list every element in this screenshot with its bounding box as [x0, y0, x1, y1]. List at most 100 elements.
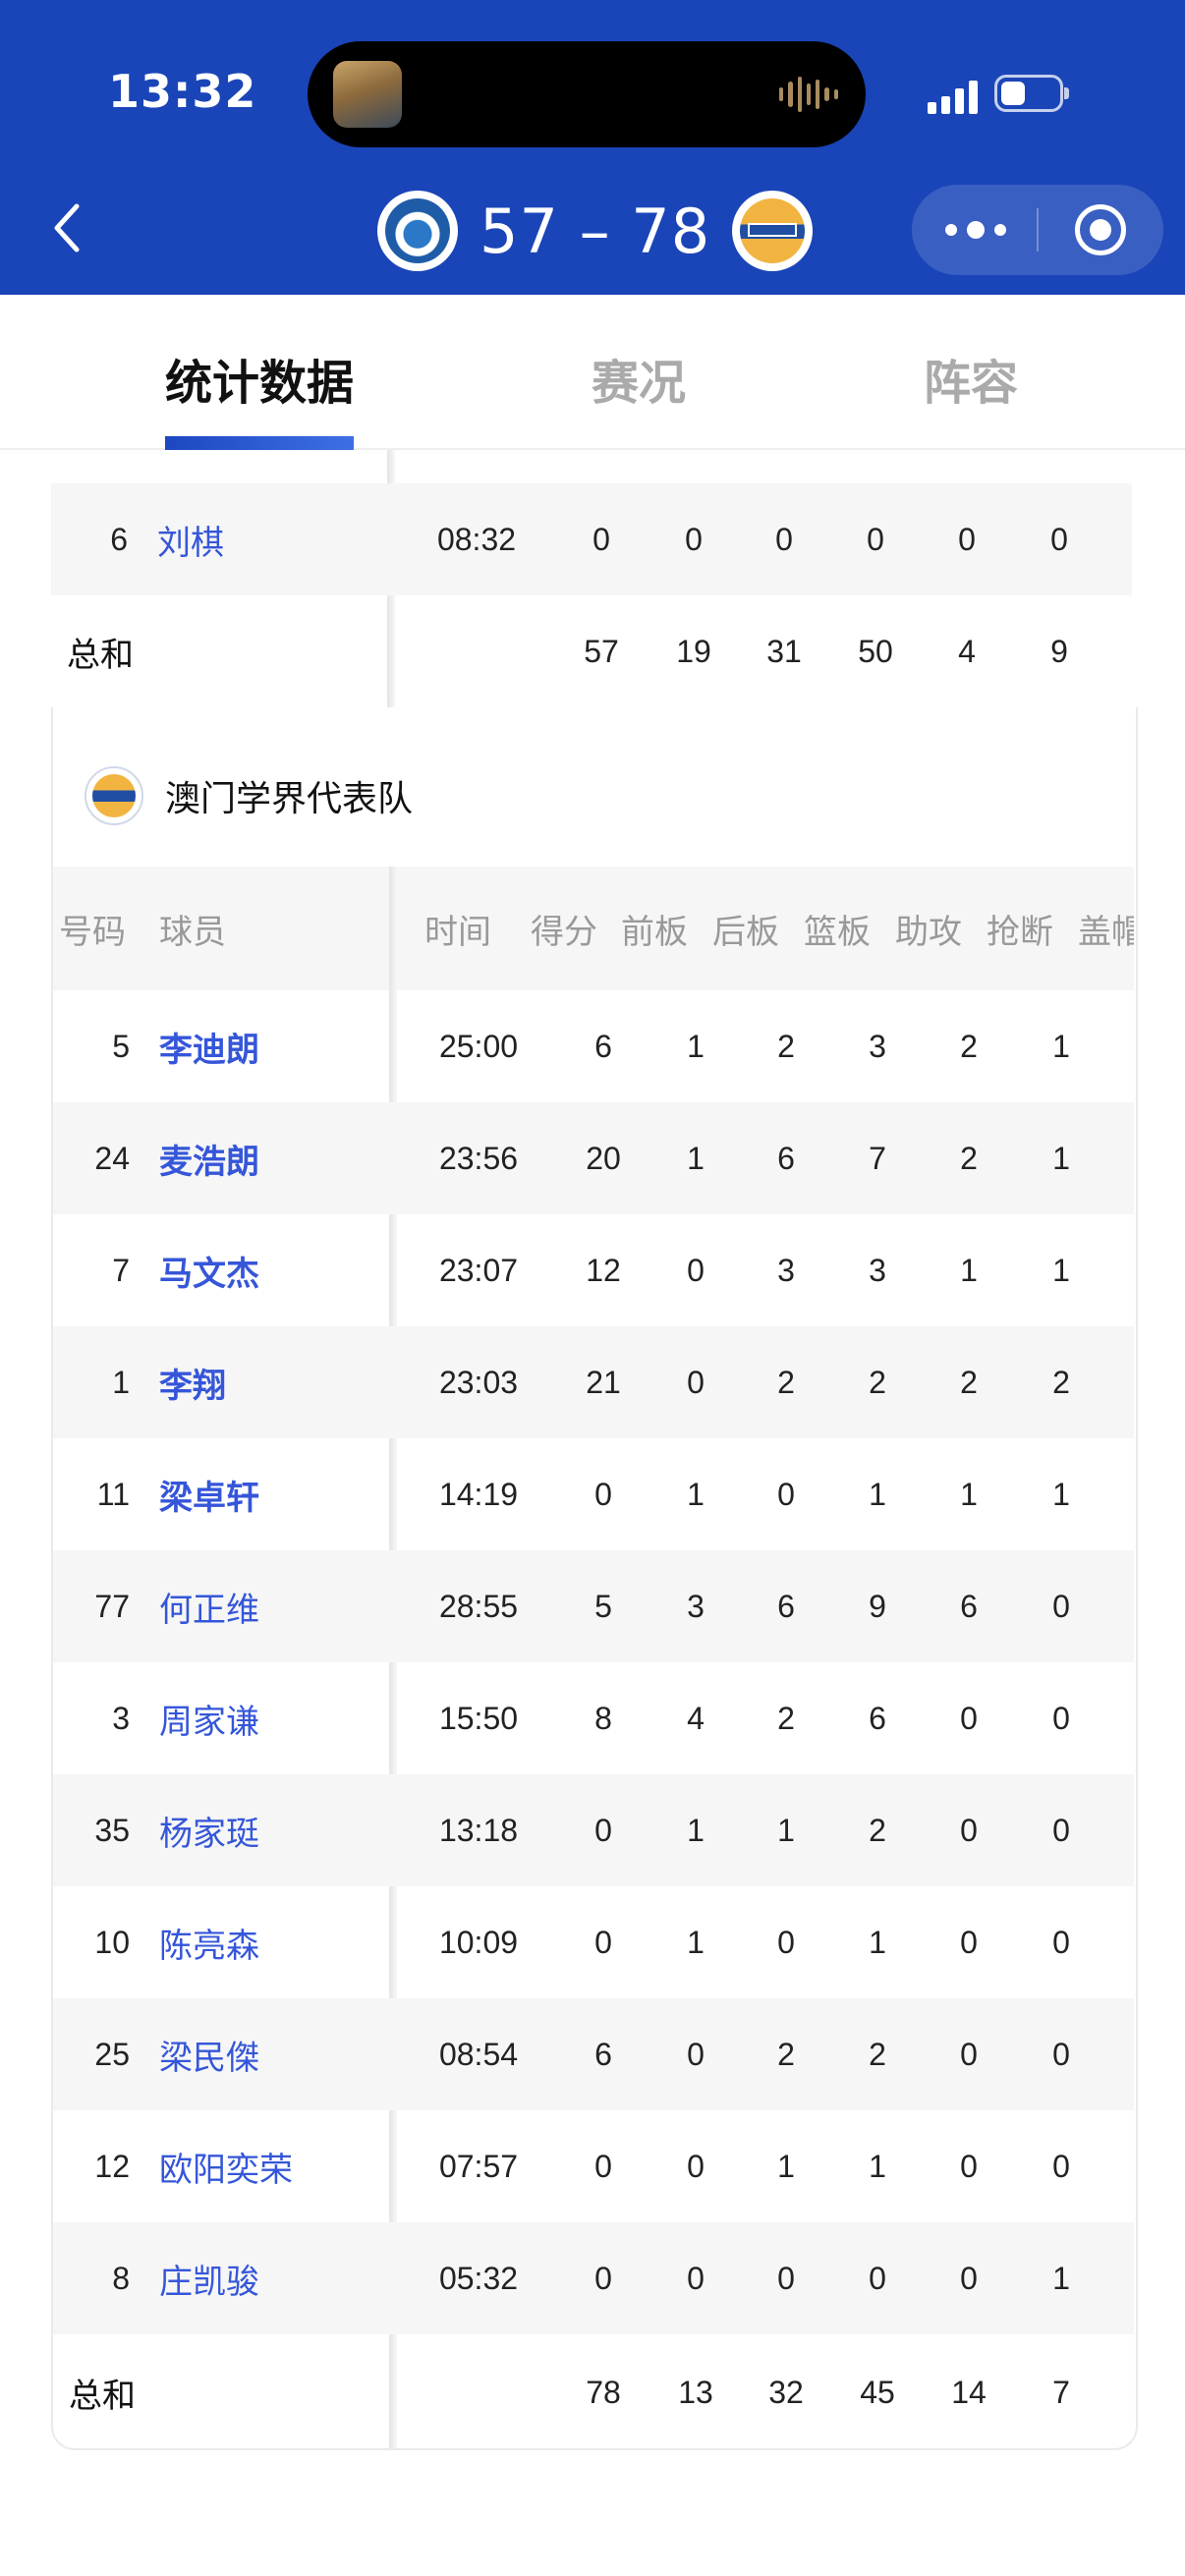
table-row[interactable]: 25 梁民傑 08:54 6 0 2 2 0 0	[53, 1998, 1134, 2110]
player-name-link[interactable]: 欧阳奕荣	[159, 2110, 293, 2222]
stat-assists: 0	[960, 1700, 978, 1736]
player-name-link[interactable]: 麦浩朗	[159, 1102, 259, 1214]
total-row: 总和 57 19 31 50 4 9	[51, 595, 1132, 707]
stat-off-rebounds: 1	[687, 1028, 705, 1064]
header-assists: 助攻	[895, 912, 962, 952]
table-row[interactable]: 10 陈亮森 10:09 0 1 0 1 0 0	[53, 1886, 1134, 1998]
total-rebounds: 45	[860, 2374, 895, 2410]
player-name-link[interactable]: 李翔	[159, 1326, 226, 1438]
stat-assists: 2	[960, 1028, 978, 1064]
player-number: 11	[96, 1476, 130, 1512]
player-name-link[interactable]: 陈亮森	[159, 1886, 259, 1998]
score-text: 57 – 78	[480, 195, 711, 267]
audio-waveform-icon	[779, 75, 838, 114]
header-points: 得分	[531, 912, 597, 952]
table-header: 号码 球员 时间 得分 前板 后板 篮板 助攻 抢断 盖帽	[53, 867, 1134, 990]
player-name-link[interactable]: 梁民傑	[159, 1998, 259, 2110]
table-row[interactable]: 6 刘棋 08:32 0 0 0 0 0 0	[51, 483, 1132, 595]
stat-steals: 0	[1052, 1588, 1070, 1624]
stat-points: 5	[594, 1588, 612, 1624]
header-number: 号码	[59, 912, 126, 952]
stat-def-rebounds: 0	[775, 521, 793, 557]
player-name-link[interactable]: 李迪朗	[159, 990, 259, 1102]
total-def-rebounds: 32	[768, 2374, 804, 2410]
tab-game-status[interactable]: 赛况	[592, 344, 686, 413]
stat-steals: 0	[1052, 1812, 1070, 1848]
total-rebounds: 50	[858, 633, 893, 669]
player-name-link[interactable]: 庄凯骏	[159, 2222, 259, 2334]
player-name-link[interactable]: 杨家珽	[159, 1774, 259, 1886]
player-name-link[interactable]: 马文杰	[159, 1214, 259, 1326]
stat-assists: 0	[958, 521, 976, 557]
player-number: 6	[110, 521, 128, 557]
scoreboard: 57 – 78	[377, 187, 814, 275]
now-playing-artwork-icon	[333, 61, 402, 128]
player-number: 3	[112, 1700, 130, 1736]
stat-def-rebounds: 2	[777, 1364, 795, 1400]
stat-rebounds: 6	[869, 1700, 886, 1736]
stat-assists: 2	[960, 1140, 978, 1176]
table-row[interactable]: 77 何正维 28:55 5 3 6 9 6 0	[53, 1550, 1134, 1662]
stat-points: 0	[594, 1812, 612, 1848]
stat-time: 14:19	[438, 1476, 519, 1512]
total-steals: 7	[1052, 2374, 1070, 2410]
cellular-signal-icon	[928, 79, 979, 114]
player-number: 35	[94, 1812, 130, 1848]
table-row[interactable]: 7 马文杰 23:07 12 0 3 3 1 1	[53, 1214, 1134, 1326]
stat-rebounds: 2	[869, 2036, 886, 2072]
stat-steals: 1	[1052, 2260, 1070, 2296]
stat-points: 0	[594, 2260, 612, 2296]
table-row[interactable]: 35 杨家珽 13:18 0 1 1 2 0 0	[53, 1774, 1134, 1886]
player-name-link[interactable]: 周家谦	[159, 1662, 259, 1774]
stat-off-rebounds: 3	[687, 1588, 705, 1624]
dynamic-island[interactable]	[308, 41, 866, 147]
back-button[interactable]	[47, 196, 96, 259]
header-off-rebounds: 前板	[621, 912, 688, 952]
player-name-link[interactable]: 何正维	[159, 1550, 259, 1662]
stat-assists: 0	[960, 2148, 978, 2184]
stat-def-rebounds: 2	[777, 1700, 795, 1736]
stat-def-rebounds: 3	[777, 1252, 795, 1288]
table-row[interactable]: 5 李迪朗 25:00 6 1 2 3 2 1	[53, 990, 1134, 1102]
stat-rebounds: 9	[869, 1588, 886, 1624]
player-name-link[interactable]: 梁卓轩	[159, 1438, 259, 1550]
stat-rebounds: 0	[867, 521, 884, 557]
stat-time: 10:09	[438, 1924, 519, 1960]
stat-points: 0	[594, 2148, 612, 2184]
stat-time: 28:55	[438, 1588, 519, 1624]
stat-def-rebounds: 2	[777, 1028, 795, 1064]
tab-lineup[interactable]: 阵容	[924, 344, 1018, 413]
table-row[interactable]: 11 梁卓轩 14:19 0 1 0 1 1 1	[53, 1438, 1134, 1550]
table-row[interactable]: 3 周家谦 15:50 8 4 2 6 0 0	[53, 1662, 1134, 1774]
table-row[interactable]: 1 李翔 23:03 21 0 2 2 2 2	[53, 1326, 1134, 1438]
total-assists: 4	[958, 633, 976, 669]
player-name-link[interactable]: 刘棋	[157, 483, 224, 595]
total-row: 总和 78 13 32 45 14 7	[53, 2336, 1134, 2448]
stat-steals: 1	[1052, 1140, 1070, 1176]
tab-statistics[interactable]: 统计数据	[165, 344, 354, 413]
stat-points: 8	[594, 1700, 612, 1736]
table-row[interactable]: 12 欧阳奕荣 07:57 0 0 1 1 0 0	[53, 2110, 1134, 2222]
table-row[interactable]: 8 庄凯骏 05:32 0 0 0 0 0 1	[53, 2222, 1134, 2334]
player-number: 8	[112, 2260, 130, 2296]
close-mini-program-icon[interactable]	[1075, 204, 1126, 255]
table-row[interactable]: 24 麦浩朗 23:56 20 1 6 7 2 1	[53, 1102, 1134, 1214]
header-rebounds: 篮板	[804, 912, 871, 952]
stat-assists: 0	[960, 1812, 978, 1848]
stat-points: 20	[586, 1140, 621, 1176]
stat-assists: 2	[960, 1364, 978, 1400]
stat-off-rebounds: 0	[687, 2036, 705, 2072]
more-options-icon[interactable]	[945, 218, 1006, 242]
app-header: 13:32 57 – 78	[0, 0, 1185, 295]
stat-rebounds: 1	[869, 1924, 886, 1960]
stat-rebounds: 2	[869, 1364, 886, 1400]
player-number: 1	[112, 1364, 130, 1400]
stat-points: 0	[594, 1476, 612, 1512]
away-team-stats-table: 澳门学界代表队 号码 球员 时间 得分 前板 后板 篮板 助攻 抢断 盖帽 5李…	[51, 707, 1138, 2450]
stat-off-rebounds: 0	[687, 1364, 705, 1400]
total-off-rebounds: 13	[678, 2374, 713, 2410]
total-def-rebounds: 31	[766, 633, 802, 669]
total-steals: 9	[1050, 633, 1068, 669]
stat-def-rebounds: 1	[777, 1812, 795, 1848]
stat-rebounds: 3	[869, 1252, 886, 1288]
